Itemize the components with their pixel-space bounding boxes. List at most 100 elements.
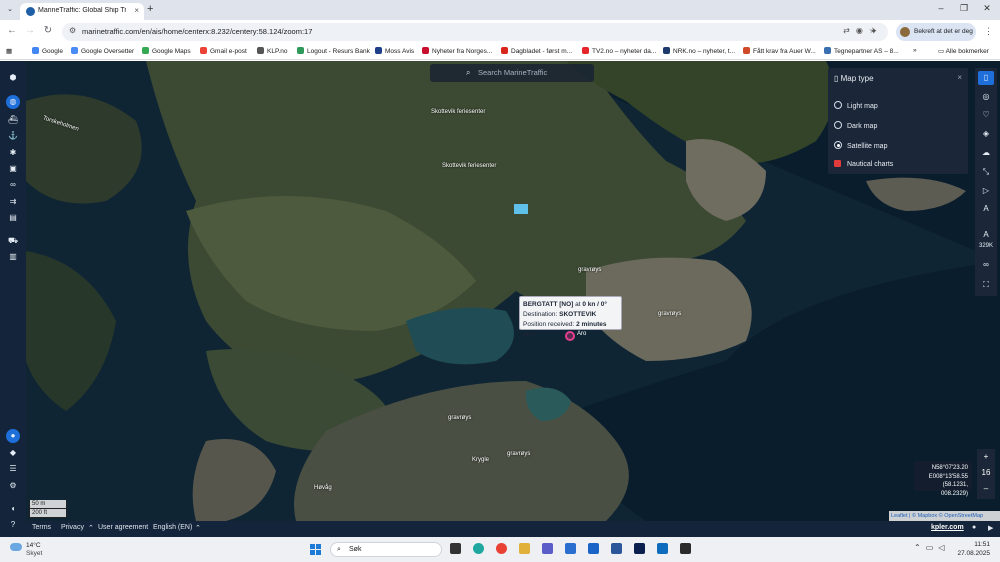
teams-icon[interactable] xyxy=(542,543,553,554)
fleet-icon[interactable]: ▣ xyxy=(5,162,21,176)
user-agreement-link[interactable]: User agreement xyxy=(98,524,148,531)
close-window-icon[interactable]: ✕ xyxy=(976,3,998,14)
vessel-filter-icon[interactable]: A xyxy=(978,202,994,216)
notifications-bell-icon[interactable]: ◖ xyxy=(5,502,21,516)
minimize-icon[interactable]: – xyxy=(930,3,952,13)
apps-grid-icon[interactable]: ▦ xyxy=(6,47,12,55)
extensions-icon[interactable]: ✦ xyxy=(870,26,878,37)
browser-menu-icon[interactable]: ⋮ xyxy=(984,26,993,37)
bookmark-moss-avis[interactable]: Moss Avis xyxy=(375,47,414,55)
data-icon[interactable]: ▤ xyxy=(5,211,21,225)
close-icon[interactable]: × xyxy=(957,73,962,82)
port-crane-icon[interactable]: ✱ xyxy=(5,146,21,160)
clock-date[interactable]: 27.08.2025 xyxy=(950,550,990,557)
radio-satellite[interactable] xyxy=(834,141,842,149)
radio-light[interactable] xyxy=(834,101,842,109)
fullscreen-icon[interactable]: ⛶ xyxy=(978,278,994,292)
apple-icon[interactable]: ● xyxy=(972,524,976,531)
tab-search-chevron-icon[interactable]: ⌄ xyxy=(4,3,16,17)
weather-description[interactable]: Skyet xyxy=(26,550,42,557)
tag-icon[interactable]: ◆ xyxy=(5,446,21,460)
reload-icon[interactable]: ↻ xyxy=(41,25,55,36)
nautical-charts-option[interactable]: Nautical charts xyxy=(834,160,893,168)
photoshop-icon[interactable] xyxy=(634,543,645,554)
radio-dark[interactable] xyxy=(834,121,842,129)
edge-icon[interactable] xyxy=(473,543,484,554)
site-info-icon[interactable]: ⚙ xyxy=(69,26,76,35)
restore-icon[interactable]: ❐ xyxy=(953,3,975,14)
language-selector[interactable]: English (EN) xyxy=(153,524,192,531)
translate-icon[interactable]: ⇄ xyxy=(843,26,856,35)
marinetraffic-logo-icon[interactable]: ⬢ xyxy=(5,71,21,85)
account-icon[interactable]: ● xyxy=(6,429,20,443)
bookmarks-overflow-icon[interactable]: » xyxy=(913,47,917,54)
file-explorer-icon[interactable] xyxy=(519,543,530,554)
chevron-up-icon[interactable]: ⌃ xyxy=(195,524,201,532)
terms-link[interactable]: Terms xyxy=(32,524,51,531)
taskbar-search[interactable]: ⌕ Søk xyxy=(330,542,442,557)
bookmark-tv2[interactable]: TV2.no – nyheter da... xyxy=(582,47,656,55)
search-input[interactable]: ⌕ Search MarineTraffic xyxy=(430,64,594,82)
chevron-up-icon[interactable]: ⌃ xyxy=(914,543,926,552)
tab-close-icon[interactable]: × xyxy=(134,6,139,15)
url-text[interactable]: marinetraffic.com/en/ais/home/centerx:8.… xyxy=(82,27,312,36)
windows-start-icon[interactable] xyxy=(310,544,322,556)
outlook-new-icon[interactable] xyxy=(657,543,668,554)
clock-time[interactable]: 11:51 xyxy=(960,541,990,548)
measure-icon[interactable]: ⤡ xyxy=(978,165,994,179)
bookmark-maps[interactable]: Google Maps xyxy=(142,47,191,55)
back-icon[interactable]: ← xyxy=(5,25,19,36)
zoom-in-button[interactable]: + xyxy=(977,449,995,465)
weather-temperature[interactable]: 14°C xyxy=(26,542,41,549)
eye-off-icon[interactable]: ◉ xyxy=(856,26,869,35)
speaker-icon[interactable]: ◁ xyxy=(938,543,949,552)
bookmark-tegnepartner[interactable]: Tegnepartner AS – 8... xyxy=(824,47,899,55)
cloud-icon[interactable]: ☁ xyxy=(978,146,994,160)
map-attribution[interactable]: Leaflet | © Mapbox © OpenStreetMap xyxy=(889,511,1000,521)
store-icon[interactable] xyxy=(565,543,576,554)
new-tab-icon[interactable]: + xyxy=(147,3,153,15)
map-option-satellite[interactable]: Satellite map xyxy=(834,141,887,150)
bookmark-gmail[interactable]: Gmail e-post xyxy=(200,47,247,55)
play-icon[interactable]: ▷ xyxy=(978,184,994,198)
vessel-marker[interactable] xyxy=(565,331,575,341)
vessel-count-icon[interactable]: A xyxy=(978,228,994,242)
android-play-icon[interactable]: ▶ xyxy=(988,524,993,532)
bookmark-google[interactable]: Google xyxy=(32,47,63,55)
profile-button[interactable]: Bekreft at det er deg xyxy=(896,23,976,41)
bookmark-dagbladet[interactable]: Dagbladet - først m... xyxy=(501,47,572,55)
database-icon[interactable]: ☰ xyxy=(5,462,21,476)
bookmark-resurs[interactable]: Logout - Resurs Bank xyxy=(297,47,370,55)
url-field[interactable]: ⚙ marinetraffic.com/en/ais/home/centerx:… xyxy=(62,23,888,41)
ship-icon[interactable]: ⛟ xyxy=(5,234,21,248)
bookmark-auer[interactable]: Fått krav fra Auer W... xyxy=(743,47,816,55)
bookmark-nrk[interactable]: NRK.no – nyheter, t... xyxy=(663,47,735,55)
map-option-light[interactable]: Light map xyxy=(834,101,878,110)
layers-icon[interactable]: ▥ xyxy=(5,250,21,264)
chevron-up-icon[interactable]: ⌃ xyxy=(88,524,94,532)
kpler-link[interactable]: kpler.com xyxy=(931,524,964,531)
bridge-icon[interactable] xyxy=(680,543,691,554)
bookmark-nyheter[interactable]: Nyheter fra Norges... xyxy=(422,47,492,55)
binoculars-icon[interactable]: ∞ xyxy=(978,258,994,272)
route-icon[interactable]: ⇉ xyxy=(5,195,21,209)
anchor-icon[interactable]: ⚓ xyxy=(5,129,21,143)
weather-icon[interactable]: ◎ xyxy=(978,90,994,104)
forward-icon[interactable]: → xyxy=(23,25,37,36)
vessels-icon[interactable]: ⛴ xyxy=(5,113,21,127)
help-icon[interactable]: ? xyxy=(5,518,21,532)
task-view-icon[interactable] xyxy=(450,543,461,554)
network-icon[interactable]: ▭ xyxy=(926,543,939,552)
system-tray[interactable]: ⌃▭◁ xyxy=(914,543,949,552)
layers-icon[interactable]: ◈ xyxy=(978,127,994,141)
zoom-out-button[interactable]: – xyxy=(977,481,995,497)
map-type-icon[interactable]: ▯ xyxy=(978,71,994,85)
outlook-icon[interactable] xyxy=(588,543,599,554)
word-icon[interactable] xyxy=(611,543,622,554)
heart-icon[interactable]: ♡ xyxy=(978,108,994,122)
tab-marinetraffic[interactable]: MarineTraffic: Global Ship Track × xyxy=(20,3,144,20)
integrations-icon[interactable]: ⚙ xyxy=(5,479,21,493)
bookmark-translate[interactable]: Google Oversetter xyxy=(71,47,134,55)
privacy-link[interactable]: Privacy xyxy=(61,524,84,531)
bookmark-klp[interactable]: KLP.no xyxy=(257,47,287,55)
